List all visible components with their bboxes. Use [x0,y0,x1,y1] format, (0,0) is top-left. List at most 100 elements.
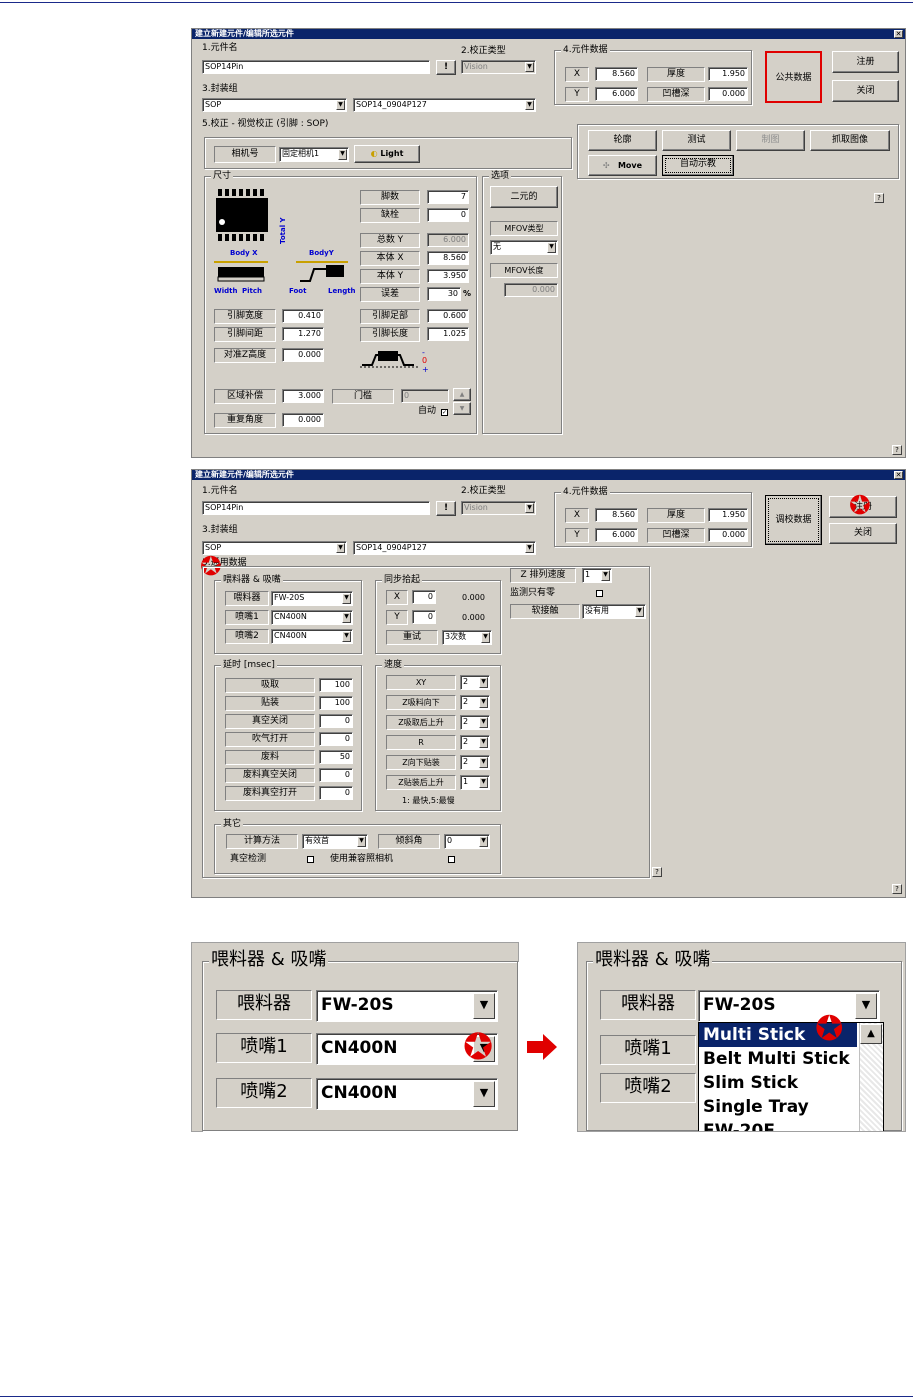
dent-input[interactable]: 0.000 [708,87,748,101]
monitor-zero-checkbox[interactable] [596,590,603,597]
package-name-select[interactable]: SOP14_0904P127 ▼ [353,98,536,112]
chevron-down-icon[interactable]: ▼ [336,543,345,553]
mfov-type-select[interactable]: 无 ▼ [490,240,558,255]
threshold-up-icon[interactable]: ▲ [453,388,471,401]
chevron-down-icon[interactable]: ▼ [479,717,488,728]
missing-input[interactable]: 0 [427,208,469,222]
chevron-down-icon[interactable]: ▼ [481,632,490,643]
package-group-select[interactable]: SOP ▼ [202,541,347,555]
close-button[interactable]: 关闭 [829,523,897,544]
chevron-down-icon[interactable]: ▼ [342,612,351,623]
chevron-down-icon[interactable]: ▼ [479,757,488,768]
part-name-input[interactable]: SOP14Pin [202,501,430,515]
chevron-down-icon[interactable]: ▼ [473,993,495,1019]
chevron-down-icon[interactable]: ▼ [635,606,644,617]
chevron-down-icon[interactable]: ▼ [479,836,488,847]
chevron-down-icon[interactable]: ▼ [342,631,351,642]
chevron-down-icon[interactable]: ▼ [525,503,534,513]
grab-image-button[interactable]: 抓取图像 [810,130,890,151]
area-comp-input[interactable]: 3.000 [282,389,324,403]
chevron-down-icon[interactable]: ▼ [336,100,345,110]
thickness-input[interactable]: 1.950 [708,67,748,81]
speed-select[interactable]: 1 ▼ [460,775,490,790]
delay-input[interactable]: 0 [319,768,353,782]
z-speed-select[interactable]: 1 ▼ [582,568,612,583]
help-icon[interactable]: ? [892,445,902,455]
chevron-down-icon[interactable]: ▼ [338,149,347,160]
align-z-input[interactable]: 0.000 [282,348,324,362]
delay-input[interactable]: 50 [319,750,353,764]
dropdown-option[interactable]: FW-20F [699,1119,859,1131]
calib-type-select[interactable]: Vision ▼ [461,501,536,515]
chevron-down-icon[interactable]: ▼ [342,593,351,604]
chevron-down-icon[interactable]: ▼ [357,836,366,847]
chevron-down-icon[interactable]: ▼ [479,677,488,688]
chevron-down-icon[interactable]: ▼ [547,242,556,253]
feeder-select[interactable]: FW-20S ▼ [271,591,353,606]
tilt-angle-select[interactable]: 0 ▼ [444,834,490,849]
auto-teach-button[interactable]: 自动示教 [662,155,734,176]
delay-input[interactable]: 100 [319,696,353,710]
chevron-down-icon[interactable]: ▼ [479,697,488,708]
move-button[interactable]: ✣ Move [588,155,657,176]
threshold-down-icon[interactable]: ▼ [453,402,471,415]
calc-method-select[interactable]: 有效首 ▼ [302,834,368,849]
tolerance-input[interactable]: 30 [427,287,461,301]
delay-input[interactable]: 0 [319,786,353,800]
draw-button[interactable]: 制图 [736,130,805,151]
repeat-angle-input[interactable]: 0.000 [282,413,324,427]
feeder-select[interactable]: FW-20S ▼ [698,990,880,1022]
chevron-down-icon[interactable]: ▼ [601,570,610,581]
body-x-input[interactable]: 8.560 [427,251,469,265]
lead-foot-input[interactable]: 0.600 [427,309,469,323]
speed-select[interactable]: 2 ▼ [460,695,490,710]
light-button[interactable]: ◐ Light [354,145,420,163]
soft-touch-select[interactable]: 没有用 ▼ [582,604,646,619]
speed-select[interactable]: 2 ▼ [460,715,490,730]
chevron-down-icon[interactable]: ▼ [479,737,488,748]
chevron-down-icon[interactable]: ▼ [525,62,534,72]
speed-select[interactable]: 2 ▼ [460,755,490,770]
delay-input[interactable]: 0 [319,732,353,746]
chevron-down-icon[interactable]: ▼ [473,1081,495,1107]
nozzle2-select[interactable]: CN400N ▼ [316,1078,498,1110]
compat-camera-checkbox[interactable] [448,856,455,863]
thickness-input[interactable]: 1.950 [708,508,748,522]
mfov-length-input[interactable]: 0.000 [504,283,558,297]
calib-type-select[interactable]: Vision ▼ [461,60,536,74]
delay-input[interactable]: 0 [319,714,353,728]
nozzle1-select[interactable]: CN400N ▼ [271,610,353,625]
chevron-down-icon[interactable]: ▼ [525,543,534,553]
dropdown-option[interactable]: Slim Stick [699,1071,859,1095]
vacuum-check-checkbox[interactable] [307,856,314,863]
lead-width-input[interactable]: 0.410 [282,309,324,323]
part-name-button[interactable]: ! [436,60,456,75]
chevron-down-icon[interactable]: ▼ [525,100,534,110]
pin-count-input[interactable]: 7 [427,190,469,204]
delay-input[interactable]: 100 [319,678,353,692]
y-input[interactable]: 6.000 [595,87,638,101]
help-icon[interactable]: ? [874,193,884,203]
part-name-input[interactable]: SOP14Pin [202,60,430,74]
dropdown-option[interactable]: Belt Multi Stick [699,1047,859,1071]
close-button[interactable]: 关闭 [832,80,899,102]
nozzle2-select[interactable]: CN400N ▼ [271,629,353,644]
dropdown-option[interactable]: Single Tray [699,1095,859,1119]
threshold-input[interactable]: 0 [401,389,449,403]
auto-checkbox[interactable]: ✓ [441,409,448,416]
close-icon[interactable]: ✕ [894,471,903,479]
common-data-button[interactable]: 公共数据 [765,51,822,103]
lead-length-input[interactable]: 1.025 [427,327,469,341]
lead-pitch-input[interactable]: 1.270 [282,327,324,341]
dent-input[interactable]: 0.000 [708,528,748,542]
test-button[interactable]: 测试 [662,130,731,151]
body-y-input[interactable]: 3.950 [427,269,469,283]
binary-button[interactable]: 二元的 [490,186,558,208]
y-input[interactable]: 6.000 [595,528,638,542]
sync-x-input[interactable]: 0 [412,590,436,604]
help-icon[interactable]: ? [892,884,902,894]
x-input[interactable]: 8.560 [595,508,638,522]
help-icon[interactable]: ? [652,867,662,877]
part-name-button[interactable]: ! [436,501,456,516]
chevron-down-icon[interactable]: ▼ [855,993,877,1019]
